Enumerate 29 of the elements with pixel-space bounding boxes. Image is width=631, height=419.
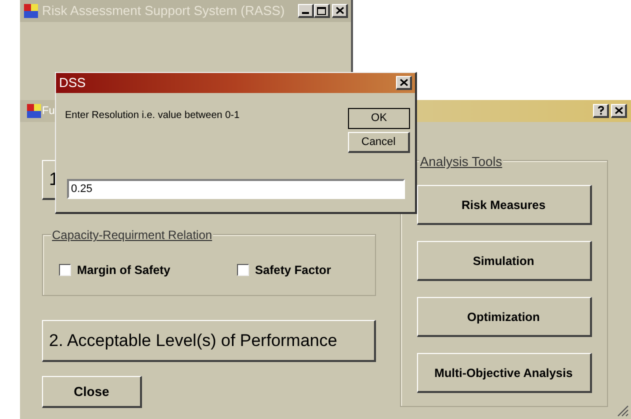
window-title: Fu [42, 104, 55, 119]
checkbox[interactable] [237, 264, 249, 276]
cancel-button[interactable]: Cancel [348, 132, 410, 153]
checkbox-option[interactable]: Margin of Safety [59, 261, 197, 279]
close-button[interactable] [396, 76, 412, 90]
maximize-button[interactable] [314, 4, 330, 18]
analysis-tool-button[interactable]: Optimization [416, 297, 592, 337]
close-icon [336, 7, 344, 14]
close-button[interactable] [611, 104, 627, 118]
analysis-tool-button[interactable]: Risk Measures [416, 185, 592, 225]
app-icon [23, 3, 39, 19]
resolution-input[interactable]: 0.25 [67, 179, 405, 199]
help-icon [598, 106, 604, 115]
resize-grip-icon [617, 405, 629, 417]
close-button[interactable] [332, 4, 348, 18]
checkbox[interactable] [59, 264, 71, 276]
analysis-tool-button[interactable]: Simulation [416, 241, 592, 281]
checkbox-option[interactable]: Safety Factor [237, 261, 375, 279]
close-icon [400, 79, 408, 86]
help-button[interactable] [593, 104, 609, 118]
minimize-button[interactable] [298, 4, 314, 18]
dialog-title: DSS [59, 74, 86, 92]
close-icon [614, 107, 622, 114]
analysis-tool-button[interactable]: Multi-Objective Analysis [416, 353, 592, 393]
close-dialog-button[interactable]: Close [42, 376, 142, 408]
step-two-button[interactable]: 2. Acceptable Level(s) of Performance [42, 320, 376, 362]
ok-button[interactable]: OK [348, 108, 410, 129]
prompt-text: Enter Resolution i.e. value between 0-1 [65, 109, 240, 123]
app-icon [26, 103, 42, 119]
